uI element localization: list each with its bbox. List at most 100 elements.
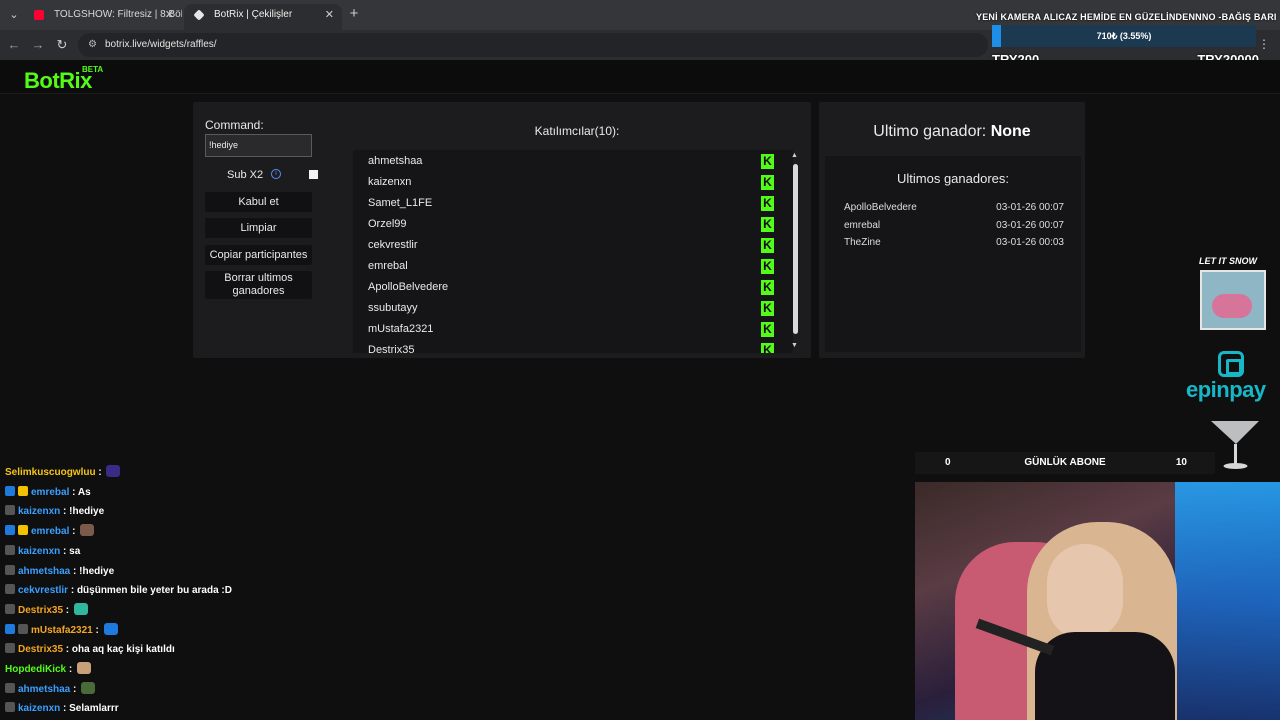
chat-badge-icon bbox=[5, 525, 15, 536]
chat-separator: : bbox=[70, 565, 80, 577]
chat-text: As bbox=[77, 486, 91, 498]
sub-count-target: 10 bbox=[1175, 457, 1187, 468]
chat-message: kaizenxn : Selamlarrr bbox=[5, 699, 119, 718]
list-item[interactable]: Destrix35 K bbox=[353, 340, 781, 353]
participant-name: ApolloBelvedere bbox=[368, 281, 449, 293]
close-tab-icon[interactable]: ✕ bbox=[165, 4, 174, 26]
tab-tolgshow[interactable]: TOLGSHOW: Filtresiz | 8.Bölüm ✕ bbox=[24, 4, 182, 30]
clear-button[interactable]: Limpiar bbox=[205, 218, 312, 238]
list-item[interactable]: Samet_L1FE K bbox=[353, 193, 781, 214]
chat-username[interactable]: Destrix35 bbox=[18, 644, 63, 655]
chat-message: ahmetshaa : !hediye bbox=[5, 562, 114, 581]
webcam-video bbox=[915, 482, 1280, 720]
list-item[interactable]: ApolloBelvedere K bbox=[353, 277, 781, 298]
last-winner-label: Ultimo ganador: bbox=[873, 123, 987, 140]
kick-icon: K bbox=[761, 322, 774, 337]
site-info-icon[interactable]: ⚙ bbox=[88, 39, 100, 51]
chat-emote-icon bbox=[77, 662, 92, 674]
chat-username[interactable]: Destrix35 bbox=[18, 605, 63, 616]
chat-username[interactable]: emrebal bbox=[31, 487, 69, 498]
command-label: Command: bbox=[205, 118, 264, 132]
chat-message: mUstafa2321 : bbox=[5, 621, 118, 640]
chat-username[interactable]: cekvrestlir bbox=[18, 585, 68, 596]
kick-icon: K bbox=[761, 196, 774, 211]
list-item[interactable]: Orzel99 K bbox=[353, 214, 781, 235]
address-bar[interactable]: ⚙ botrix.live/widgets/raffles/ bbox=[78, 33, 988, 57]
participant-name: ssubutayy bbox=[368, 302, 418, 314]
url-text: botrix.live/widgets/raffles/ bbox=[105, 39, 217, 50]
winner-date: 03-01-26 00:03 bbox=[996, 237, 1064, 248]
command-input[interactable]: !hediye bbox=[205, 134, 312, 157]
participant-name: mUstafa2321 bbox=[368, 323, 434, 335]
accept-button[interactable]: Kabul et bbox=[205, 192, 312, 212]
sub-x2-checkbox[interactable] bbox=[309, 170, 318, 179]
participant-name: Destrix35 bbox=[368, 344, 415, 353]
forward-icon[interactable]: → bbox=[30, 37, 46, 53]
tab-botrix[interactable]: BotRix | Çekilişler ✕ bbox=[184, 4, 342, 30]
chat-username[interactable]: mUstafa2321 bbox=[31, 625, 93, 636]
list-item[interactable]: cekvrestlir K bbox=[353, 235, 781, 256]
winner-row: ApolloBelvedere 03-01-26 00:07 bbox=[844, 202, 1064, 218]
chat-separator: : bbox=[63, 644, 72, 656]
chat-message: kaizenxn : !hediye bbox=[5, 502, 104, 521]
chat-text: sa bbox=[69, 545, 81, 557]
new-tab-button[interactable]: + bbox=[346, 4, 362, 24]
delete-winners-button[interactable]: Borrar ultimos ganadores bbox=[205, 271, 312, 299]
scroll-down-arrow-icon[interactable]: ▼ bbox=[791, 342, 798, 349]
sponsor-name: epinpay bbox=[1186, 377, 1266, 402]
chat-message: emrebal : bbox=[5, 522, 95, 541]
kick-icon: K bbox=[761, 217, 774, 232]
kick-icon: K bbox=[761, 343, 774, 353]
botrix-favicon-icon bbox=[193, 9, 205, 21]
chat-message: ahmetshaa : bbox=[5, 680, 96, 699]
copy-participants-button[interactable]: Copiar participantes bbox=[205, 245, 312, 265]
chat-badge-icon bbox=[18, 525, 28, 536]
kick-icon: K bbox=[761, 301, 774, 316]
list-item[interactable]: kaizenxn K bbox=[353, 172, 781, 193]
info-icon[interactable]: i bbox=[271, 169, 281, 179]
participant-name: Orzel99 bbox=[368, 218, 407, 230]
snow-title: LET IT SNOW bbox=[1199, 256, 1257, 266]
list-item[interactable]: emrebal K bbox=[353, 256, 781, 277]
participants-title: Katılımcılar(10): bbox=[534, 124, 620, 138]
winner-name: emrebal bbox=[844, 220, 881, 231]
chat-separator: : bbox=[92, 624, 102, 636]
reload-icon[interactable]: ↻ bbox=[54, 37, 70, 53]
kick-icon: K bbox=[761, 280, 774, 295]
close-tab-icon[interactable]: ✕ bbox=[325, 4, 334, 26]
chat-badge-icon bbox=[5, 623, 15, 634]
chat-username[interactable]: kaizenxn bbox=[18, 546, 60, 557]
scroll-up-arrow-icon[interactable]: ▲ bbox=[791, 152, 798, 159]
chat-overlay: Selimkuscuogwluu : emrebal : As kaizenxn … bbox=[0, 463, 420, 720]
kick-icon: K bbox=[761, 175, 774, 190]
webcam-background-light bbox=[1175, 482, 1280, 720]
scrollbar-thumb[interactable] bbox=[793, 164, 798, 334]
webcam-face bbox=[1047, 544, 1123, 640]
chat-badge-icon bbox=[5, 505, 15, 516]
chat-separator: : bbox=[66, 664, 76, 675]
chat-message: emrebal : As bbox=[5, 483, 91, 502]
chat-username[interactable]: HopdediKick bbox=[5, 664, 66, 675]
chat-badge-icon bbox=[18, 623, 28, 634]
chat-username[interactable]: emrebal bbox=[31, 526, 69, 537]
chat-badge-icon bbox=[5, 643, 15, 654]
chat-emote-icon bbox=[103, 622, 118, 635]
daily-sub-counter: 0 GÜNLÜK ABONE 10 bbox=[915, 452, 1215, 474]
chat-username[interactable]: kaizenxn bbox=[18, 703, 60, 714]
back-icon[interactable]: ← bbox=[6, 37, 22, 53]
chat-username[interactable]: ahmetshaa bbox=[18, 566, 70, 577]
beta-badge: BETA bbox=[82, 65, 104, 74]
winners-title: Ultimos ganadores: bbox=[897, 171, 1009, 186]
participants-list[interactable]: ahmetshaa K kaizenxn K Samet_L1FE K Orzel99… bbox=[353, 150, 793, 353]
chat-emote-icon bbox=[80, 524, 95, 537]
winner-date: 03-01-26 00:07 bbox=[996, 202, 1064, 213]
list-item[interactable]: ahmetshaa K bbox=[353, 151, 781, 172]
tab-search-icon[interactable]: ⌄ bbox=[4, 5, 24, 25]
list-item[interactable]: mUstafa2321 K bbox=[353, 319, 781, 340]
list-item[interactable]: ssubutayy K bbox=[353, 298, 781, 319]
chat-username[interactable]: ahmetshaa bbox=[18, 684, 70, 695]
tab-title: TOLGSHOW: Filtresiz | 8.Bölüm bbox=[54, 9, 182, 20]
youtube-favicon-icon bbox=[34, 10, 44, 20]
chat-username[interactable]: Selimkuscuogwluu bbox=[5, 467, 96, 478]
chat-username[interactable]: kaizenxn bbox=[18, 506, 60, 517]
